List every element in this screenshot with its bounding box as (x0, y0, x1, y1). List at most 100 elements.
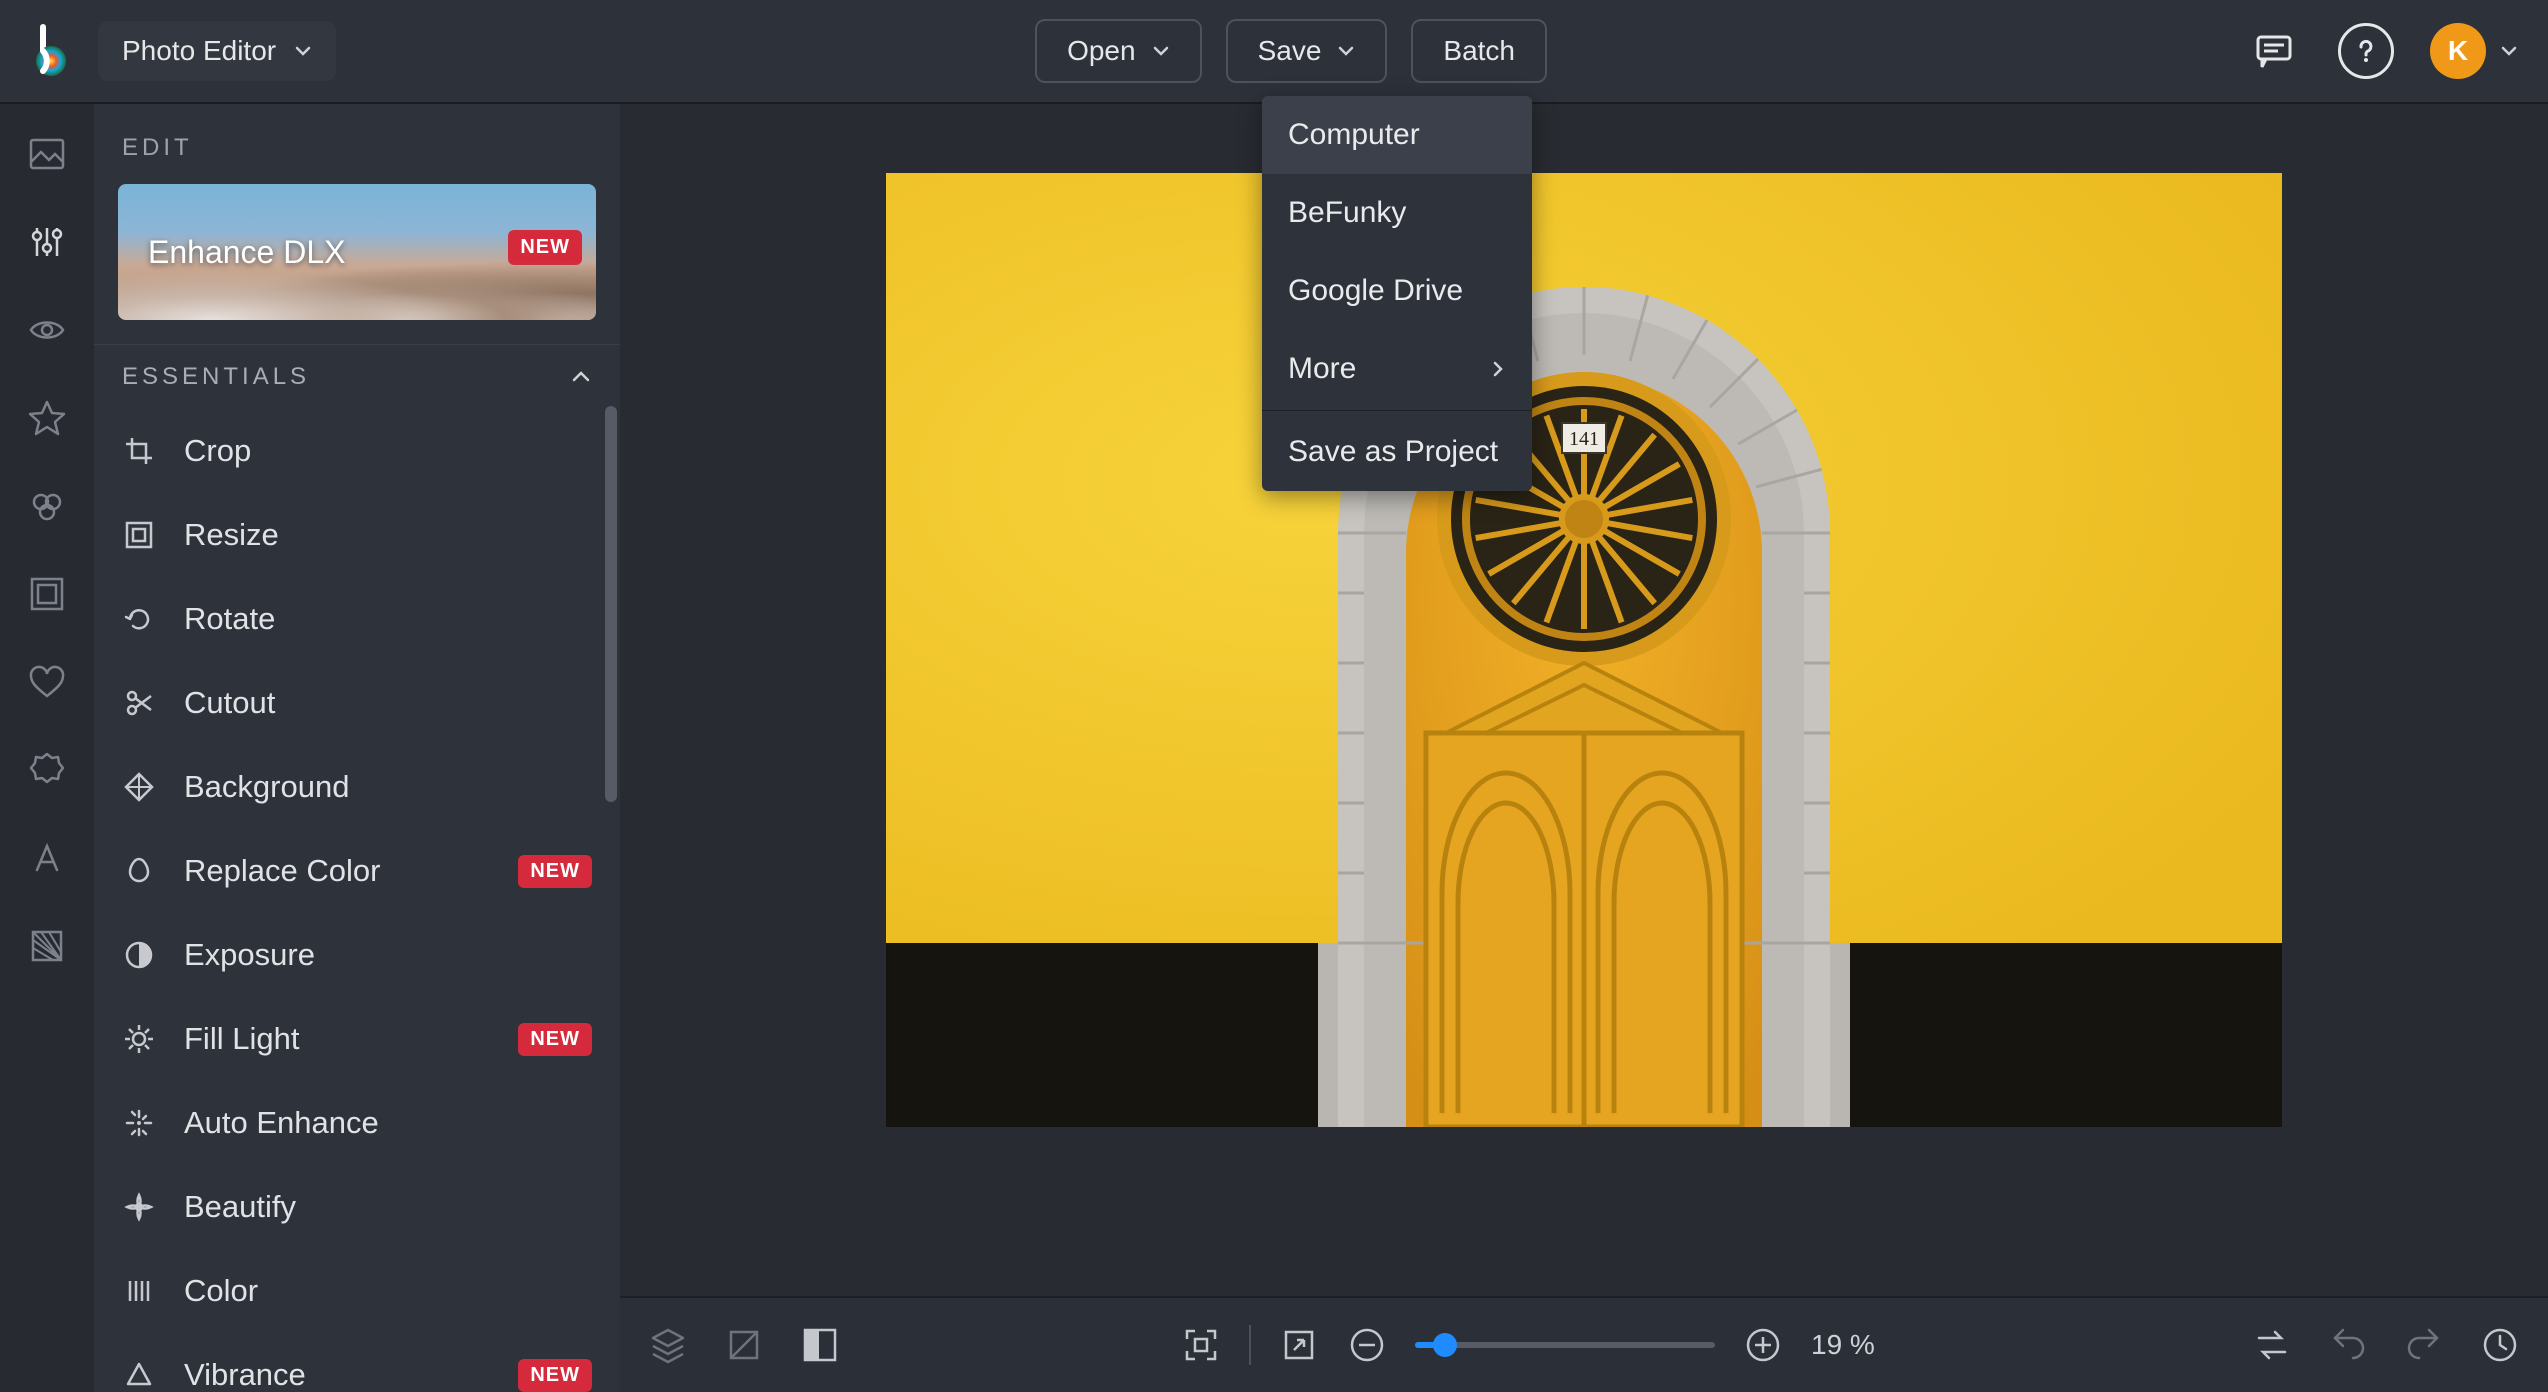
help-icon[interactable] (2338, 23, 2394, 79)
save-button[interactable]: Save (1226, 19, 1388, 83)
tool-replace[interactable]: Replace Color NEW (94, 829, 620, 913)
tool-exposure[interactable]: Exposure (94, 913, 620, 997)
batch-button[interactable]: Batch (1411, 19, 1547, 83)
feedback-icon[interactable] (2246, 23, 2302, 79)
rail-texture-icon[interactable] (25, 924, 69, 968)
topbar: Photo Editor Open Save Batch K (0, 0, 2548, 104)
edit-panel: EDIT Enhance DLX NEW ESSENTIALS CropResi… (94, 104, 620, 1392)
top-right: K (2246, 23, 2518, 79)
redo-icon[interactable] (2404, 1325, 2444, 1365)
svg-text:141: 141 (1569, 428, 1599, 450)
replace-icon (122, 854, 156, 888)
chevron-up-icon (570, 366, 592, 388)
new-badge: NEW (518, 1359, 592, 1392)
background-icon (122, 770, 156, 804)
canvas-wrap[interactable]: 141 (620, 104, 2548, 1296)
history-icon[interactable] (2480, 1325, 2520, 1365)
dropdown-divider (1262, 410, 1532, 411)
rotate-icon (122, 602, 156, 636)
tool-label: Cutout (184, 685, 592, 721)
tool-label: Background (184, 769, 592, 805)
chevron-right-icon (1490, 361, 1506, 377)
tool-color[interactable]: Color (94, 1249, 620, 1333)
essentials-section-header[interactable]: ESSENTIALS (94, 344, 620, 409)
tool-resize[interactable]: Resize (94, 493, 620, 577)
save-dd-computer[interactable]: Computer (1262, 96, 1532, 174)
canvas-image: 141 (886, 173, 2282, 1127)
tool-crop[interactable]: Crop (94, 409, 620, 493)
account-menu[interactable]: K (2430, 23, 2518, 79)
tool-list: Crop Resize Rotate Cutout Background Replace … (94, 409, 620, 1392)
batch-label: Batch (1443, 35, 1515, 67)
rail-image-icon[interactable] (25, 132, 69, 176)
chevron-down-icon (294, 42, 312, 60)
panel-scrollbar[interactable] (605, 406, 617, 802)
zoom-in-button[interactable] (1743, 1325, 1783, 1365)
beautify-icon (122, 1190, 156, 1224)
tool-filllight[interactable]: Fill LightNEW (94, 997, 620, 1081)
divider (1249, 1325, 1251, 1365)
tool-label: Resize (184, 517, 592, 553)
canvas-stage: 141 (620, 104, 2548, 1392)
crop-overlay-icon[interactable] (724, 1325, 764, 1365)
essentials-label: ESSENTIALS (122, 363, 310, 391)
tool-label: Color (184, 1273, 592, 1309)
rail-sliders-icon[interactable] (25, 220, 69, 264)
rail-star-icon[interactable] (25, 396, 69, 440)
top-center-actions: Open Save Batch (336, 19, 2246, 83)
tool-autoenhance[interactable]: Auto Enhance (94, 1081, 620, 1165)
tool-label: Auto Enhance (184, 1105, 592, 1141)
save-dd-befunky[interactable]: BeFunky (1262, 174, 1532, 252)
undo-icon[interactable] (2328, 1325, 2368, 1365)
fit-screen-icon[interactable] (1181, 1325, 1221, 1365)
open-label: Open (1067, 35, 1136, 67)
save-dd-more[interactable]: More (1262, 330, 1532, 408)
app-name: Photo Editor (122, 35, 276, 67)
color-icon (122, 1274, 156, 1308)
cutout-icon (122, 686, 156, 720)
tool-cutout[interactable]: Cutout (94, 661, 620, 745)
new-badge: NEW (518, 855, 592, 888)
layers-icon[interactable] (648, 1325, 688, 1365)
tool-label: Crop (184, 433, 592, 469)
app-switcher[interactable]: Photo Editor (98, 21, 336, 81)
compare-icon[interactable] (800, 1325, 840, 1365)
zoom-slider-knob[interactable] (1433, 1333, 1457, 1357)
tool-rail (0, 104, 94, 1392)
open-button[interactable]: Open (1035, 19, 1202, 83)
zoom-out-button[interactable] (1347, 1325, 1387, 1365)
autoenhance-icon (122, 1106, 156, 1140)
rail-badge-icon[interactable] (25, 748, 69, 792)
rail-text-icon[interactable] (25, 836, 69, 880)
rail-shapes-icon[interactable] (25, 484, 69, 528)
tool-rotate[interactable]: Rotate (94, 577, 620, 661)
rail-frame-icon[interactable] (25, 572, 69, 616)
avatar: K (2430, 23, 2486, 79)
enhance-dlx-card[interactable]: Enhance DLX NEW (118, 184, 596, 320)
vibrance-icon (122, 1358, 156, 1392)
tool-label: Rotate (184, 601, 592, 637)
save-dropdown: Computer BeFunky Google Drive More Save … (1262, 96, 1532, 491)
save-dd-project[interactable]: Save as Project (1262, 413, 1532, 491)
exposure-icon (122, 938, 156, 972)
resize-icon (122, 518, 156, 552)
enhance-dlx-title: Enhance DLX (148, 234, 345, 271)
tool-beautify[interactable]: Beautify (94, 1165, 620, 1249)
rail-heart-icon[interactable] (25, 660, 69, 704)
filllight-icon (122, 1022, 156, 1056)
chevron-down-icon (1337, 42, 1355, 60)
tool-label: Replace Color (184, 853, 490, 889)
app-logo[interactable] (14, 16, 84, 86)
swap-icon[interactable] (2252, 1325, 2292, 1365)
zoom-value: 19 % (1811, 1329, 1911, 1361)
save-dd-gdrive[interactable]: Google Drive (1262, 252, 1532, 330)
tool-label: Exposure (184, 937, 592, 973)
actual-size-icon[interactable] (1279, 1325, 1319, 1365)
crop-icon (122, 434, 156, 468)
tool-vibrance[interactable]: VibranceNEW (94, 1333, 620, 1392)
tool-label: Fill Light (184, 1021, 490, 1057)
rail-eye-icon[interactable] (25, 308, 69, 352)
tool-background[interactable]: Background (94, 745, 620, 829)
zoom-slider[interactable] (1415, 1342, 1715, 1348)
chevron-down-icon (1152, 42, 1170, 60)
